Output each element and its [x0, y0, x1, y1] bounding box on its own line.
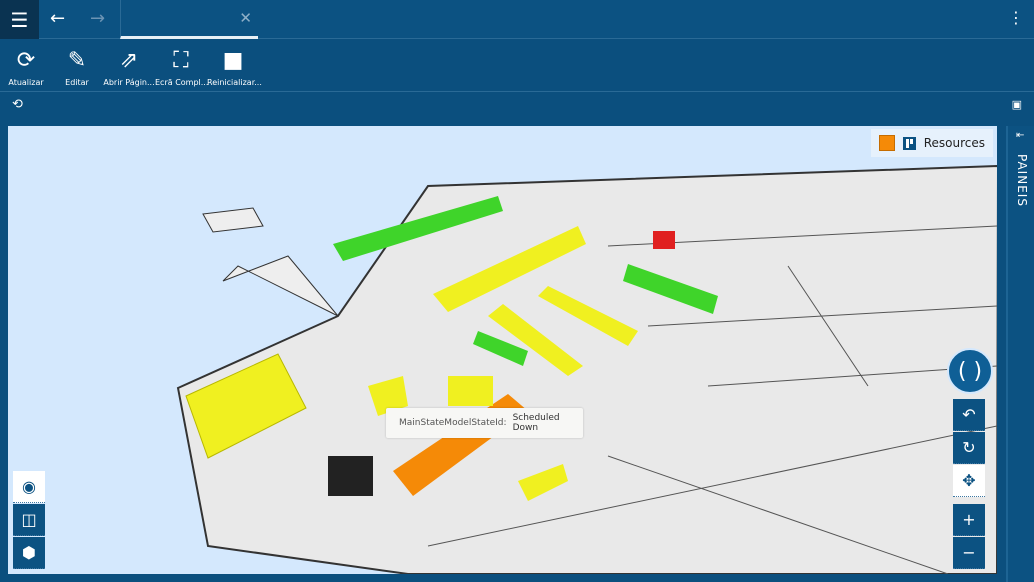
legend-label: Resources — [923, 136, 985, 150]
rotate-icon[interactable]: ↻ — [953, 432, 985, 464]
floor-annex — [202, 207, 264, 233]
pencil-icon: ✎ — [67, 48, 87, 73]
reset-camera-icon: ■ — [222, 48, 244, 73]
tooltip-key: MainStateModelStateId: — [399, 418, 507, 428]
side-panel-label: PAINEIS — [1015, 154, 1029, 207]
legend: Resources — [870, 129, 993, 157]
kebab-icon[interactable]: ⋮ — [1008, 8, 1024, 27]
rack — [328, 456, 373, 496]
orbit-icon[interactable]: ( ) — [947, 348, 993, 394]
close-icon[interactable]: ✕ — [239, 9, 252, 27]
legend-swatch — [878, 135, 895, 151]
edit-label: Editar — [65, 78, 89, 87]
arrow-right-icon[interactable]: → — [90, 8, 105, 29]
machine-down[interactable] — [653, 231, 675, 249]
edit-button[interactable]: ✎ Editar — [51, 48, 103, 87]
reset-camera-label: Reinicializar... — [207, 78, 262, 87]
hamburger-icon[interactable]: ☰ — [0, 0, 39, 39]
zoom-in-icon[interactable]: + — [953, 504, 985, 536]
refresh-label: Atualizar — [8, 78, 44, 87]
panel-toggle-icon[interactable]: ▣ — [1012, 98, 1022, 111]
arrow-left-icon[interactable]: ← — [50, 8, 65, 29]
zoom-out-icon[interactable]: − — [953, 537, 985, 569]
sub-bar: ⟲ ▣ — [0, 93, 1034, 118]
resources-icon — [902, 136, 916, 150]
fullscreen-label: Ecrã Compl... — [155, 78, 209, 87]
machine-idle[interactable] — [448, 376, 493, 406]
expand-panel-icon[interactable]: ⇤ — [1016, 130, 1024, 141]
3d-viewport[interactable]: Resources MainStateModelStateId: Schedul… — [8, 126, 997, 574]
tooltip: MainStateModelStateId: Scheduled Down — [386, 408, 583, 438]
floor-annex — [222, 255, 339, 317]
toolbar: ⟳ Atualizar ✎ Editar ⇗ Abrir Págin... ⛶ Ecrã… — [0, 40, 1034, 92]
reload-icon[interactable]: ⟲ — [12, 97, 23, 112]
top-bar: ☰ ← → ✕ ⋮ — [0, 0, 1034, 39]
tab-active[interactable]: ✕ — [120, 0, 258, 39]
cube-outline-icon[interactable]: ◫ — [13, 504, 45, 536]
view-orbit-icon[interactable]: ◉ — [13, 471, 45, 503]
cube-solid-icon[interactable]: ⬢ — [13, 537, 45, 569]
factory-floor-3d — [176, 165, 997, 574]
side-panel[interactable]: ⇤ PAINEIS — [1006, 126, 1034, 582]
fullscreen-icon: ⛶ — [173, 48, 189, 73]
external-link-icon: ⇗ — [119, 48, 139, 73]
open-page-label: Abrir Págin... — [103, 78, 155, 87]
reset-camera-button[interactable]: ■ Reinicializar... — [207, 48, 262, 87]
open-page-button[interactable]: ⇗ Abrir Págin... — [103, 48, 155, 87]
pan-icon[interactable]: ✥ — [953, 465, 985, 497]
refresh-button[interactable]: ⟳ Atualizar — [0, 48, 52, 87]
rotate-left-icon[interactable]: ↶ — [953, 399, 985, 431]
refresh-icon: ⟳ — [16, 48, 36, 73]
fullscreen-button[interactable]: ⛶ Ecrã Compl... — [155, 48, 209, 87]
tooltip-value: Scheduled Down — [512, 413, 560, 433]
